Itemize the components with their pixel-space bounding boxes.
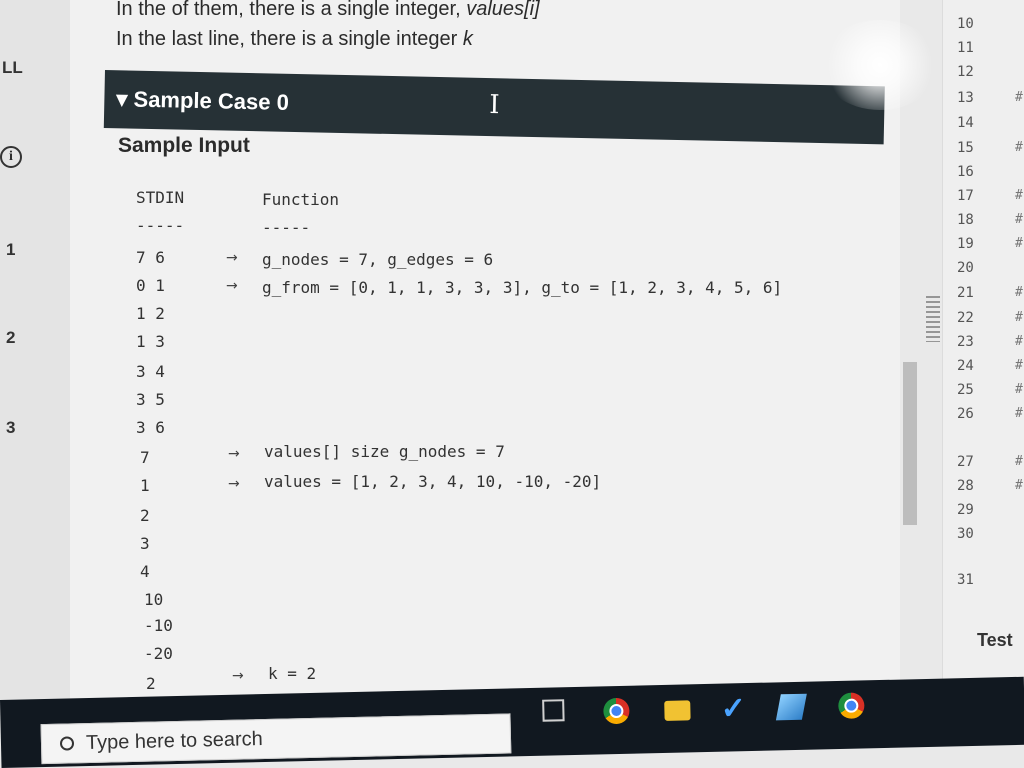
stdin-line: 1 bbox=[140, 476, 150, 495]
line-number: 24 bbox=[957, 358, 974, 374]
line-number: 15 bbox=[957, 140, 974, 156]
stdin-line: 2 bbox=[140, 506, 150, 525]
taskbar-search[interactable]: Type here to search bbox=[40, 713, 512, 765]
function-header: Function bbox=[262, 190, 340, 209]
rail-number-2: 2 bbox=[6, 328, 16, 347]
left-rail: LL i 1 2 3 bbox=[0, 0, 71, 700]
code-marker: # bbox=[1015, 188, 1023, 203]
code-editor-gutter: 10 11 12 13 14 15 16 17 18 19 20 21 22 2… bbox=[942, 0, 1024, 700]
scrollbar[interactable] bbox=[903, 362, 917, 525]
line-number: 12 bbox=[957, 64, 974, 80]
code-marker: # bbox=[1015, 236, 1023, 251]
line-number: 30 bbox=[957, 526, 974, 542]
info-icon[interactable]: i bbox=[0, 146, 22, 168]
code-marker: # bbox=[1015, 406, 1023, 421]
intro-line-1-a: In the bbox=[116, 0, 167, 20]
intro-line-1-b: of them, there is a single integer, bbox=[171, 0, 461, 20]
arrow-icon: → bbox=[228, 476, 240, 492]
notes-icon[interactable] bbox=[775, 693, 807, 721]
chrome-icon[interactable] bbox=[603, 697, 630, 725]
line-number: 19 bbox=[957, 236, 974, 252]
arrow-icon: → bbox=[232, 668, 244, 684]
function-annotation: k = 2 bbox=[268, 664, 317, 683]
line-number: 23 bbox=[957, 334, 974, 350]
line-number: 10 bbox=[957, 16, 974, 32]
function-annotation: values = [1, 2, 3, 4, 10, -10, -20] bbox=[264, 472, 602, 491]
code-marker: # bbox=[1015, 310, 1023, 325]
line-number: 11 bbox=[957, 40, 974, 56]
check-icon[interactable]: ✓ bbox=[720, 692, 747, 726]
stdin-line: -20 bbox=[144, 644, 173, 663]
stdin-divider: ----- bbox=[136, 216, 185, 235]
folder-icon[interactable] bbox=[664, 700, 691, 721]
stdin-header: STDIN bbox=[136, 188, 185, 207]
code-marker: # bbox=[1015, 212, 1023, 227]
stdin-line: 3 5 bbox=[136, 390, 165, 409]
intro-line-1: In the of them, there is a single intege… bbox=[116, 0, 540, 21]
rail-number-1: 1 bbox=[6, 240, 16, 259]
intro-line-2-a: In the last line, there is a single inte… bbox=[116, 28, 458, 50]
stdin-line: 0 1 bbox=[136, 276, 165, 295]
sample-case-title[interactable]: ▾ Sample Case 0 bbox=[116, 86, 289, 116]
arrow-icon: → bbox=[228, 446, 240, 462]
stdin-line: 4 bbox=[140, 562, 150, 581]
line-number: 27 bbox=[957, 454, 974, 470]
code-marker: # bbox=[1015, 454, 1023, 469]
line-number: 28 bbox=[957, 478, 974, 494]
function-annotation: values[] size g_nodes = 7 bbox=[264, 442, 505, 461]
problem-content: In the of them, there is a single intege… bbox=[70, 0, 900, 700]
function-annotation: g_from = [0, 1, 1, 3, 3, 3], g_to = [1, … bbox=[262, 278, 783, 297]
stdin-line: 1 2 bbox=[136, 304, 165, 323]
drag-handle-icon[interactable] bbox=[926, 296, 940, 342]
search-placeholder: Type here to search bbox=[85, 727, 263, 754]
stdin-line: 7 bbox=[140, 448, 150, 467]
line-number: 20 bbox=[957, 260, 974, 276]
code-marker: # bbox=[1015, 382, 1023, 397]
intro-line-2: In the last line, there is a single inte… bbox=[116, 28, 473, 51]
search-icon bbox=[59, 736, 75, 751]
stdin-line: 2 bbox=[146, 674, 156, 693]
line-number: 18 bbox=[957, 212, 974, 228]
stdin-line: 10 bbox=[144, 590, 164, 609]
arrow-icon: → bbox=[226, 278, 238, 294]
line-number: 29 bbox=[957, 502, 974, 518]
code-marker: # bbox=[1015, 478, 1023, 493]
sample-input-label: Sample Input bbox=[118, 134, 250, 157]
chrome-icon[interactable] bbox=[838, 692, 865, 719]
line-number: 25 bbox=[957, 382, 974, 398]
intro-line-2-k: k bbox=[462, 28, 473, 50]
line-number: 31 bbox=[957, 572, 974, 588]
line-number: 16 bbox=[957, 164, 974, 180]
code-marker: # bbox=[1015, 358, 1023, 373]
intro-line-1-values: values[i] bbox=[466, 0, 540, 20]
code-marker: # bbox=[1015, 140, 1023, 155]
function-annotation: g_nodes = 7, g_edges = 6 bbox=[262, 250, 494, 269]
stdin-line: 1 3 bbox=[136, 332, 165, 351]
rail-title: LL bbox=[2, 58, 23, 77]
line-number: 26 bbox=[957, 406, 974, 422]
rail-number-3: 3 bbox=[6, 418, 16, 437]
text-cursor-icon: I bbox=[489, 90, 500, 121]
line-number: 17 bbox=[957, 188, 974, 204]
line-number: 22 bbox=[957, 310, 974, 326]
line-number: 21 bbox=[957, 285, 974, 301]
stdin-line: 3 bbox=[140, 534, 150, 553]
stdin-line: 3 6 bbox=[136, 418, 165, 437]
test-tab[interactable]: Test bbox=[977, 630, 1013, 651]
function-divider: ----- bbox=[262, 218, 311, 237]
code-marker: # bbox=[1015, 285, 1023, 300]
line-number: 14 bbox=[957, 115, 974, 131]
line-number: 13 bbox=[957, 90, 974, 106]
code-marker: # bbox=[1015, 90, 1023, 105]
task-view-icon[interactable] bbox=[542, 699, 565, 722]
stdin-line: 3 4 bbox=[136, 362, 165, 381]
code-marker: # bbox=[1015, 334, 1023, 349]
stdin-line: -10 bbox=[144, 616, 173, 635]
stdin-line: 7 6 bbox=[136, 248, 165, 267]
arrow-icon: → bbox=[226, 250, 238, 266]
